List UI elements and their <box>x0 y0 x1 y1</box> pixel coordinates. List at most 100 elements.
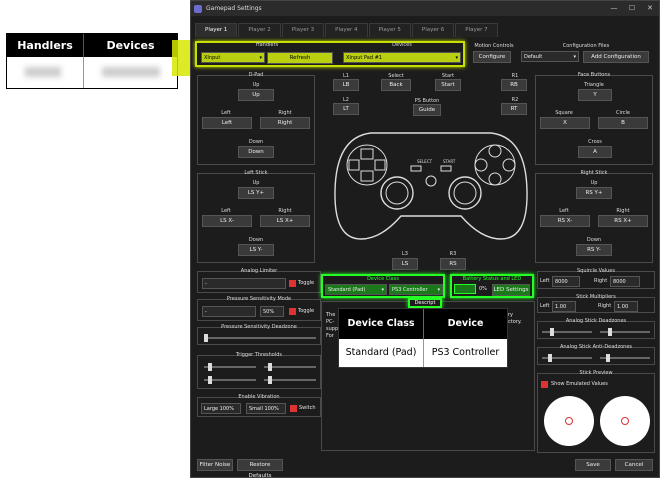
r3-label: R3 <box>449 251 457 257</box>
r3-button[interactable]: RS <box>440 258 466 270</box>
config-select[interactable]: Default ▾ <box>521 51 579 62</box>
vibration-switch-box[interactable] <box>290 405 297 412</box>
rs-up-button[interactable]: RS Y+ <box>576 187 612 199</box>
tab-player-5[interactable]: Player 5 <box>368 23 411 37</box>
pressure-mode-group: Pressure Sensitivity Mode - 50% Toggle <box>197 296 321 321</box>
squircle-right-spin[interactable]: 8000 <box>610 276 640 287</box>
ls-right-button[interactable]: LS X+ <box>260 215 310 227</box>
tab-player-6[interactable]: Player 6 <box>411 23 455 37</box>
analog-limiter-label: Analog Limiter <box>240 268 278 274</box>
tab-player-2[interactable]: Player 2 <box>238 23 281 37</box>
select-button[interactable]: Back <box>381 79 411 91</box>
ls-deadzone-handle[interactable] <box>550 328 554 336</box>
start-button[interactable]: Start <box>435 79 461 91</box>
ps-button[interactable]: Guide <box>413 104 441 116</box>
rs-left-button[interactable]: RS X- <box>540 215 590 227</box>
l2-button[interactable]: LT <box>333 103 359 115</box>
triangle-button[interactable]: Y <box>578 89 612 101</box>
mult-right-label: Right <box>598 303 612 309</box>
l3-label: L3 <box>402 251 408 257</box>
show-emulated-checkbox[interactable] <box>541 381 548 388</box>
square-button[interactable]: X <box>540 117 590 129</box>
add-configuration-button[interactable]: Add Configuration <box>583 51 649 63</box>
face-buttons-label: Face Buttons <box>577 72 611 78</box>
controller-select-text: SELECT <box>417 159 433 164</box>
analog-limiter-toggle-box[interactable] <box>289 280 296 287</box>
mult-left-spin[interactable]: 1.00 <box>552 301 576 312</box>
analog-limiter-group: Analog Limiter - Toggle <box>197 268 321 293</box>
rs-deadzone-handle[interactable] <box>608 328 612 336</box>
multipliers-label: Stick Multipliers <box>576 294 616 300</box>
tab-player-7[interactable]: Player 7 <box>455 23 498 37</box>
trigger-r-handle[interactable] <box>268 363 272 371</box>
pressure-pct-spin[interactable]: 50% <box>260 306 284 317</box>
left-stick-group: Left Stick Up LS Y+ Left LS X- Right LS … <box>197 170 315 263</box>
tab-player-4[interactable]: Player 4 <box>325 23 368 37</box>
handler-select[interactable]: XInput ▾ <box>201 52 265 63</box>
dpad-left-button[interactable]: Left <box>202 117 252 129</box>
squircle-label: Squircle Values <box>577 268 615 274</box>
motion-configure-button[interactable]: Configure <box>473 51 511 63</box>
maximize-button[interactable]: ☐ <box>623 1 641 16</box>
pressure-deadzone-handle[interactable] <box>204 334 208 342</box>
save-button[interactable]: Save <box>575 459 611 471</box>
tab-player-3[interactable]: Player 3 <box>281 23 325 37</box>
trigger-r2-handle[interactable] <box>268 376 272 384</box>
l3-button[interactable]: LS <box>392 258 418 270</box>
device-class-callout: Device Class Device Subtype Standard (Pa… <box>338 308 508 368</box>
device-select[interactable]: XInput Pad #1 ▾ <box>343 52 461 63</box>
stick-preview-label: Stick Preview <box>579 370 613 376</box>
tab-player-1[interactable]: Player 1 <box>195 23 238 37</box>
description-label: Descript <box>408 298 442 308</box>
vibration-large-spin[interactable]: Large 100% <box>201 403 241 414</box>
rs-up-label: Up <box>590 180 598 186</box>
mult-right-spin[interactable]: 1.00 <box>614 301 638 312</box>
refresh-button[interactable]: Refresh <box>267 52 333 64</box>
r1-button[interactable]: RB <box>501 79 527 91</box>
vibration-small-spin[interactable]: Small 100% <box>246 403 286 414</box>
rs-anti-handle[interactable] <box>606 354 610 362</box>
analog-limiter-select[interactable]: - <box>202 278 286 289</box>
restore-defaults-button[interactable]: Restore Defaults <box>237 459 283 479</box>
l1-button[interactable]: LB <box>333 79 359 91</box>
multipliers-group: Stick Multipliers Left 1.00 Right 1.00 <box>537 294 655 313</box>
filter-noise-button[interactable]: Filter Noise <box>197 459 233 471</box>
dpad-up-label: Up <box>252 82 260 88</box>
squircle-left-spin[interactable]: 8000 <box>552 276 580 287</box>
cancel-button[interactable]: Cancel <box>615 459 653 471</box>
led-settings-button[interactable]: LED Settings <box>492 284 530 296</box>
device-subtype-select[interactable]: PS3 Controller ▾ <box>389 284 443 295</box>
close-button[interactable]: ✕ <box>641 1 659 16</box>
devices-label: Devices <box>392 42 412 48</box>
ls-down-button[interactable]: LS Y- <box>238 244 274 256</box>
ls-left-button[interactable]: LS X- <box>202 215 252 227</box>
pressure-deadzone-label: Pressure Sensitivity Deadzone <box>221 324 297 330</box>
r2-button[interactable]: RT <box>501 103 527 115</box>
device-class-select[interactable]: Standard (Pad) ▾ <box>325 284 387 295</box>
handlers-group: Handlers XInput ▾ Refresh Devices XInput … <box>195 41 465 67</box>
dpad-down-label: Down <box>248 139 264 145</box>
rs-down-button[interactable]: RS Y- <box>576 244 612 256</box>
ls-anti-handle[interactable] <box>548 354 552 362</box>
dpad-down-button[interactable]: Down <box>238 146 274 158</box>
ls-up-button[interactable]: LS Y+ <box>238 187 274 199</box>
dpad-up-button[interactable]: Up <box>238 89 274 101</box>
dpad-left-label: Left <box>221 110 231 116</box>
ls-down-label: Down <box>248 237 264 243</box>
pressure-deadzone-slider[interactable] <box>204 337 316 339</box>
rs-right-button[interactable]: RS X+ <box>598 215 648 227</box>
circle-button[interactable]: B <box>598 117 648 129</box>
cross-button[interactable]: A <box>578 146 612 158</box>
trigger-l2-handle[interactable] <box>208 376 212 384</box>
pressure-toggle-label: Toggle <box>298 308 315 314</box>
pressure-toggle-box[interactable] <box>289 308 296 315</box>
ls-left-label: Left <box>221 208 231 214</box>
dpad-right-button[interactable]: Right <box>260 117 310 129</box>
minimize-button[interactable]: — <box>605 1 623 16</box>
vibration-label: Enable Vibration <box>238 394 280 400</box>
trigger-l-handle[interactable] <box>208 363 212 371</box>
device-class-label: Device Class <box>367 276 399 282</box>
pressure-mode-select[interactable]: - <box>202 306 256 317</box>
right-stick-label: Right Stick <box>580 170 608 176</box>
stick-preview-group: Stick Preview Show Emulated Values <box>537 370 655 453</box>
